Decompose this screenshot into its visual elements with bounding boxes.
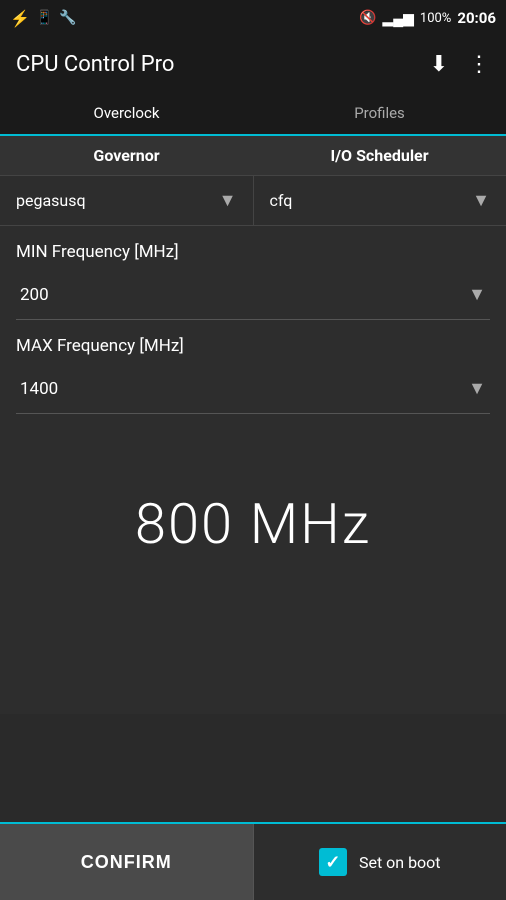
set-on-boot-checkbox[interactable]: ✓	[319, 848, 347, 876]
governor-dropdown[interactable]: pegasusq ▼	[0, 176, 254, 225]
set-on-boot-label: Set on boot	[359, 853, 441, 872]
min-freq-value: 200	[20, 285, 49, 305]
min-freq-label: MIN Frequency [MHz]	[16, 242, 490, 262]
tab-overclock[interactable]: Overclock	[0, 92, 253, 136]
app-title: CPU Control Pro	[16, 52, 174, 77]
governor-arrow-icon: ▼	[219, 190, 237, 211]
signal-icon: ▂▄▆	[382, 10, 413, 27]
io-scheduler-dropdown[interactable]: cfq ▼	[254, 176, 506, 225]
current-mhz: 800 MHz	[135, 491, 371, 557]
status-left-icons: ⚡ 📱 🔧	[10, 9, 77, 28]
io-scheduler-header: I/O Scheduler	[253, 136, 506, 175]
set-on-boot-container[interactable]: ✓ Set on boot	[254, 824, 506, 900]
android-icon: 📱	[36, 10, 53, 26]
title-bar: CPU Control Pro ⬇ ⋮	[0, 36, 506, 92]
bottom-bar: CONFIRM ✓ Set on boot	[0, 822, 506, 900]
status-right-icons: 🔇 ▂▄▆ 100% 20:06	[359, 9, 496, 27]
min-freq-arrow-icon: ▼	[468, 284, 486, 305]
governor-io-dropdowns: pegasusq ▼ cfq ▼	[0, 176, 506, 226]
confirm-button[interactable]: CONFIRM	[0, 824, 254, 900]
max-freq-arrow-icon: ▼	[468, 378, 486, 399]
tab-profiles[interactable]: Profiles	[253, 92, 506, 134]
max-freq-value: 1400	[20, 379, 58, 399]
min-freq-dropdown[interactable]: 200 ▼	[16, 270, 490, 320]
status-bar: ⚡ 📱 🔧 🔇 ▂▄▆ 100% 20:06	[0, 0, 506, 36]
governor-value: pegasusq	[16, 191, 86, 210]
max-freq-section: MAX Frequency [MHz] 1400 ▼	[0, 320, 506, 414]
title-actions: ⬇ ⋮	[430, 52, 490, 77]
min-freq-section: MIN Frequency [MHz] 200 ▼	[0, 226, 506, 320]
io-arrow-icon: ▼	[472, 190, 490, 211]
usb-icon: ⚡	[10, 9, 30, 28]
max-freq-dropdown[interactable]: 1400 ▼	[16, 364, 490, 414]
governor-header: Governor	[0, 136, 253, 175]
battery-percent: 100%	[420, 11, 451, 26]
main-content: Governor I/O Scheduler pegasusq ▼ cfq ▼ …	[0, 136, 506, 714]
mhz-display: 800 MHz	[0, 414, 506, 634]
status-time: 20:06	[457, 9, 496, 27]
governor-io-headers: Governor I/O Scheduler	[0, 136, 506, 176]
io-value: cfq	[270, 191, 293, 210]
mute-icon: 🔇	[359, 10, 376, 26]
tools-icon: 🔧	[59, 10, 76, 26]
download-icon[interactable]: ⬇	[430, 52, 448, 77]
checkmark-icon: ✓	[325, 852, 340, 873]
overflow-menu-icon[interactable]: ⋮	[468, 52, 490, 77]
tab-bar: Overclock Profiles	[0, 92, 506, 136]
max-freq-label: MAX Frequency [MHz]	[16, 336, 490, 356]
